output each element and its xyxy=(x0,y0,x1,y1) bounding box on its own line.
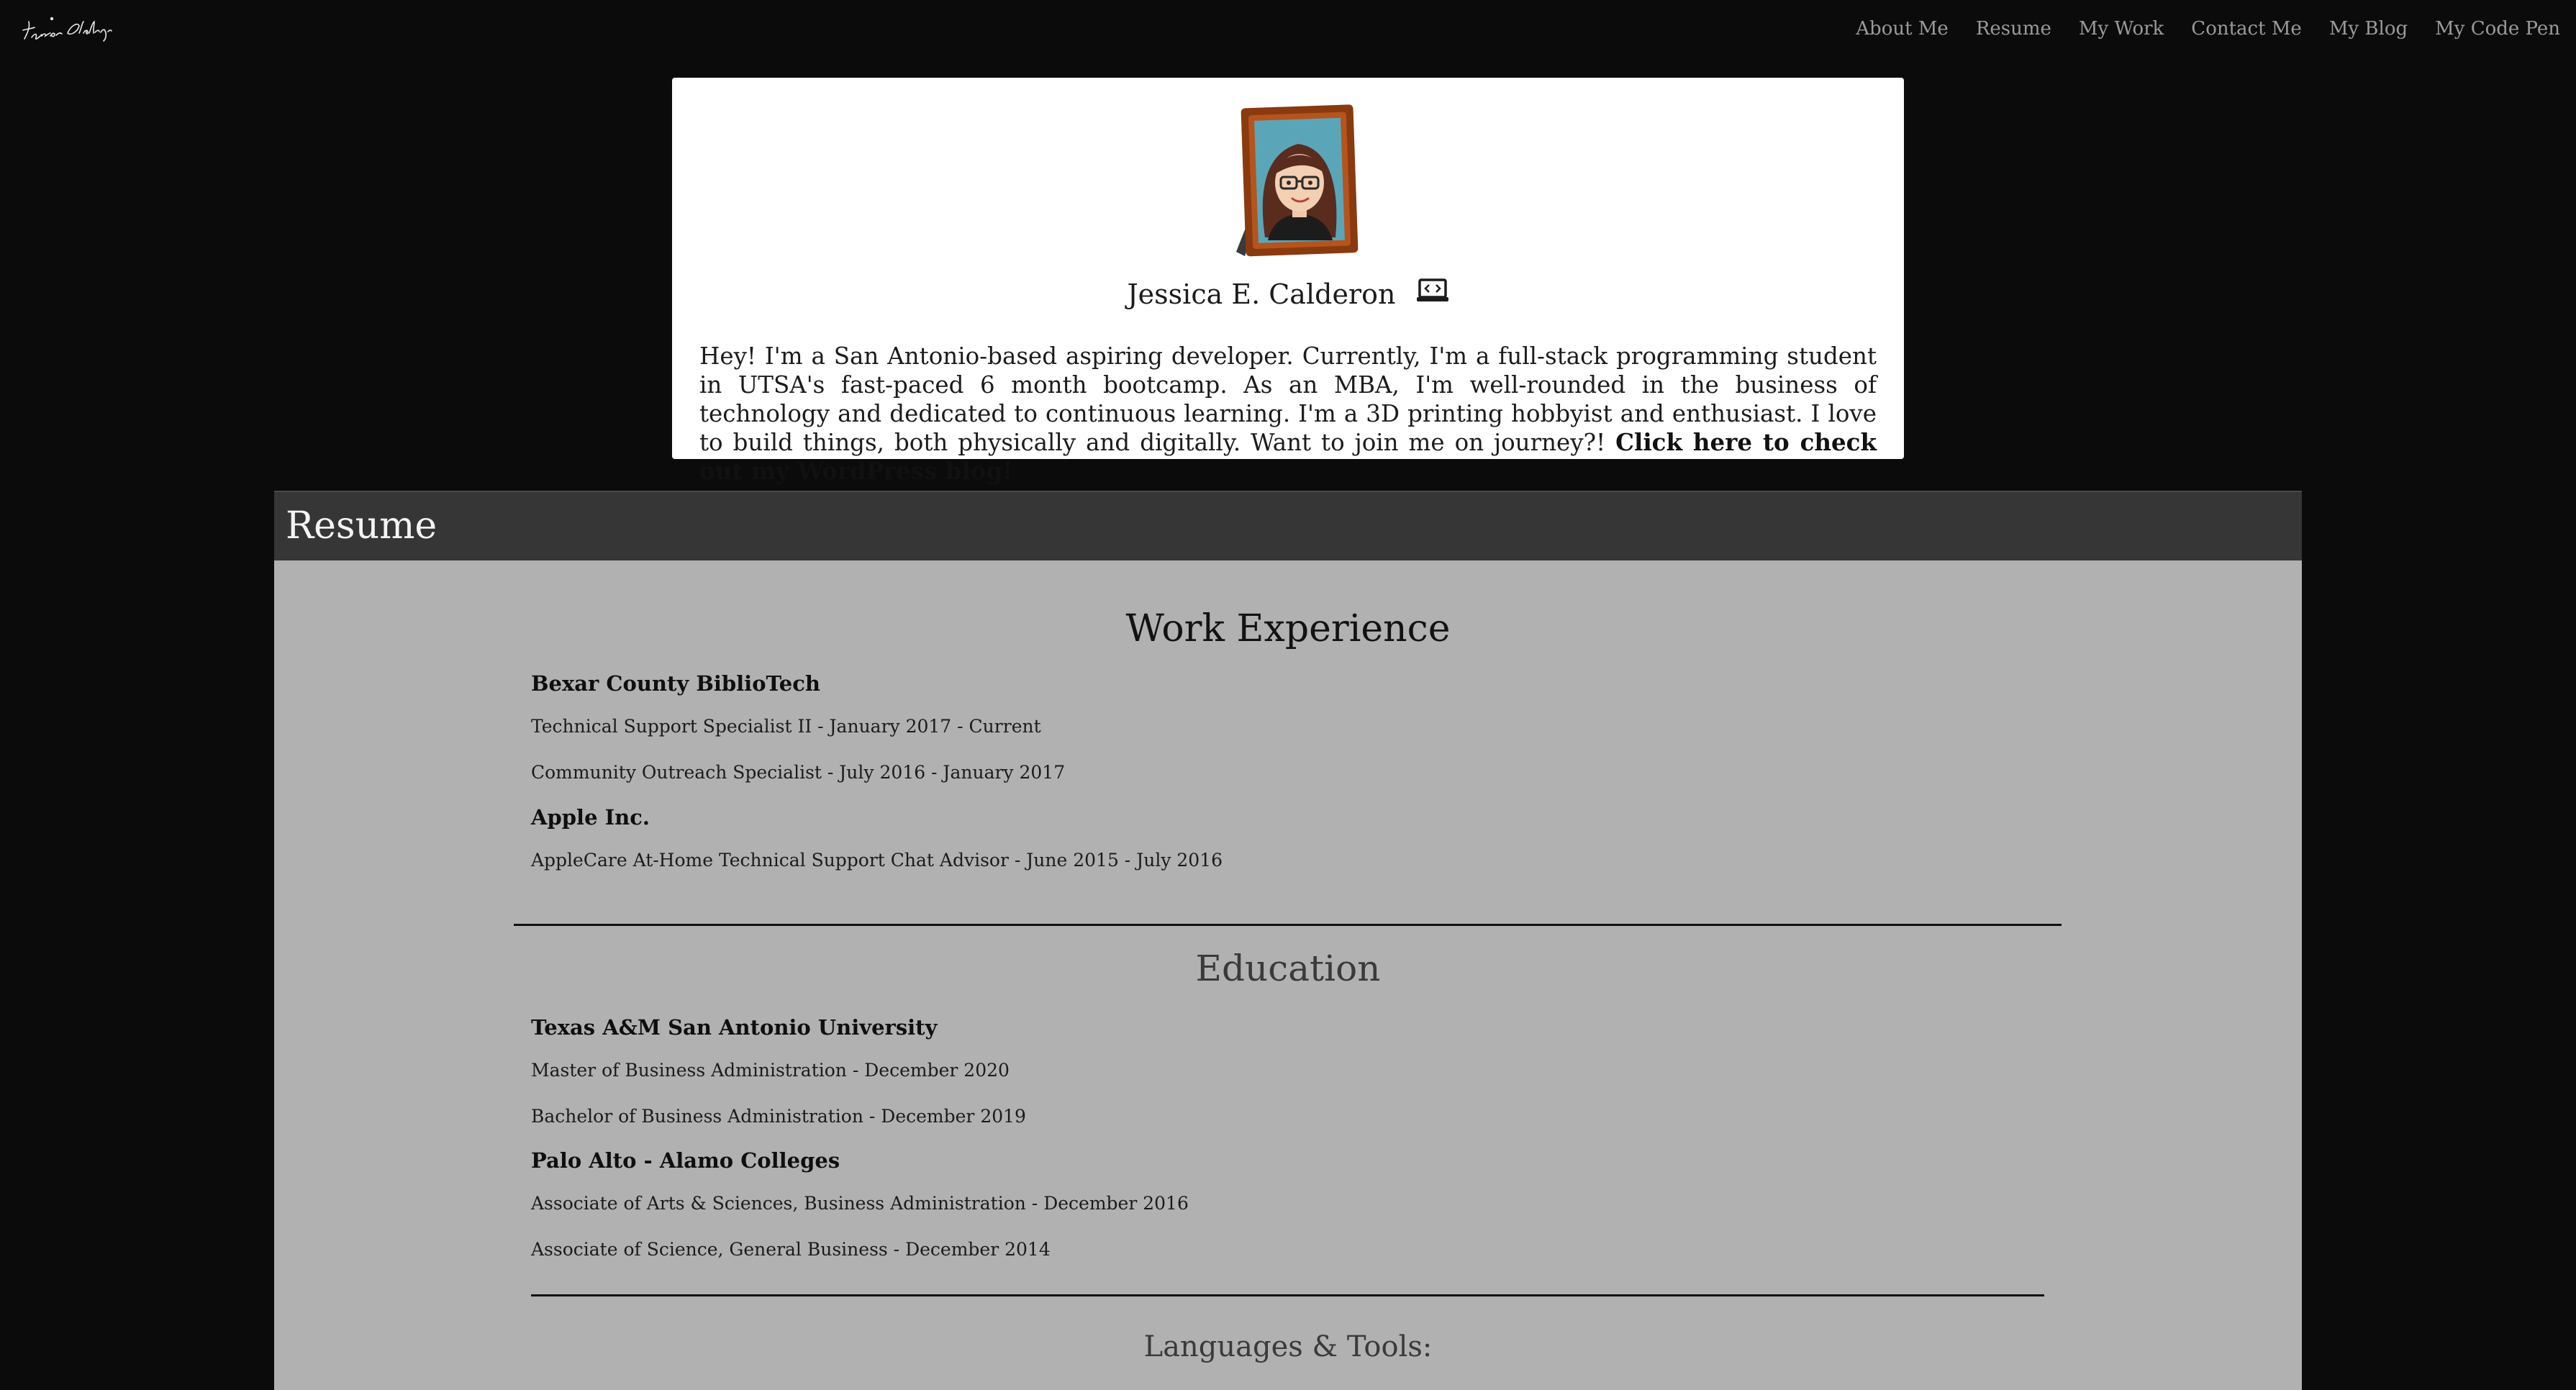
education-heading: Education xyxy=(1195,948,1381,989)
nav-link-resume[interactable]: Resume xyxy=(1976,16,2051,42)
nav-links: About Me Resume My Work Contact Me My Bl… xyxy=(1856,16,2560,42)
profile-name: Jessica E. Calderon xyxy=(1127,278,1396,310)
bio-text: Hey! I'm a San Antonio-based aspiring de… xyxy=(699,342,1877,486)
section-divider xyxy=(514,924,2062,926)
resume-body: Work Experience Bexar County BiblioTech … xyxy=(274,560,2302,1390)
org-palo-alto-alamo-colleges: Palo Alto - Alamo Colleges xyxy=(531,1148,840,1173)
org-apple-inc: Apple Inc. xyxy=(531,805,650,830)
nav-link-my-work[interactable]: My Work xyxy=(2079,16,2164,42)
nav-link-contact-me[interactable]: Contact Me xyxy=(2191,16,2302,42)
brand-logo[interactable] xyxy=(17,12,118,47)
degree-mba: Master of Business Administration - Dece… xyxy=(531,1060,1010,1081)
work-experience-heading: Work Experience xyxy=(1125,607,1451,650)
role-technical-support-specialist: Technical Support Specialist II - Januar… xyxy=(531,716,1041,737)
degree-associate-arts-sciences: Associate of Arts & Sciences, Business A… xyxy=(531,1193,1189,1214)
section-divider xyxy=(531,1294,2044,1296)
role-applecare-chat-advisor: AppleCare At-Home Technical Support Chat… xyxy=(531,850,1223,871)
profile-name-row: Jessica E. Calderon xyxy=(672,276,1904,312)
degree-bba: Bachelor of Business Administration - De… xyxy=(531,1106,1026,1127)
org-bexar-county-bibliotech: Bexar County BiblioTech xyxy=(531,671,820,696)
degree-associate-science: Associate of Science, General Business -… xyxy=(531,1239,1051,1260)
languages-tools-heading: Languages & Tools: xyxy=(1143,1330,1433,1363)
signature-logo xyxy=(22,17,112,42)
avatar-portrait xyxy=(1223,104,1360,262)
laptop-code-icon xyxy=(1416,276,1449,312)
role-community-outreach-specialist: Community Outreach Specialist - July 201… xyxy=(531,762,1066,783)
org-texas-am-san-antonio: Texas A&M San Antonio University xyxy=(531,1015,938,1040)
resume-header-bar: Resume xyxy=(274,491,2302,560)
intro-card: Jessica E. Calderon Hey! I'm a San Anton… xyxy=(672,78,1904,485)
nav-link-my-code-pen[interactable]: My Code Pen xyxy=(2435,16,2560,42)
nav-link-about-me[interactable]: About Me xyxy=(1856,16,1949,42)
navbar: About Me Resume My Work Contact Me My Bl… xyxy=(0,0,2576,58)
resume-title: Resume xyxy=(286,504,437,548)
nav-link-my-blog[interactable]: My Blog xyxy=(2329,16,2408,42)
